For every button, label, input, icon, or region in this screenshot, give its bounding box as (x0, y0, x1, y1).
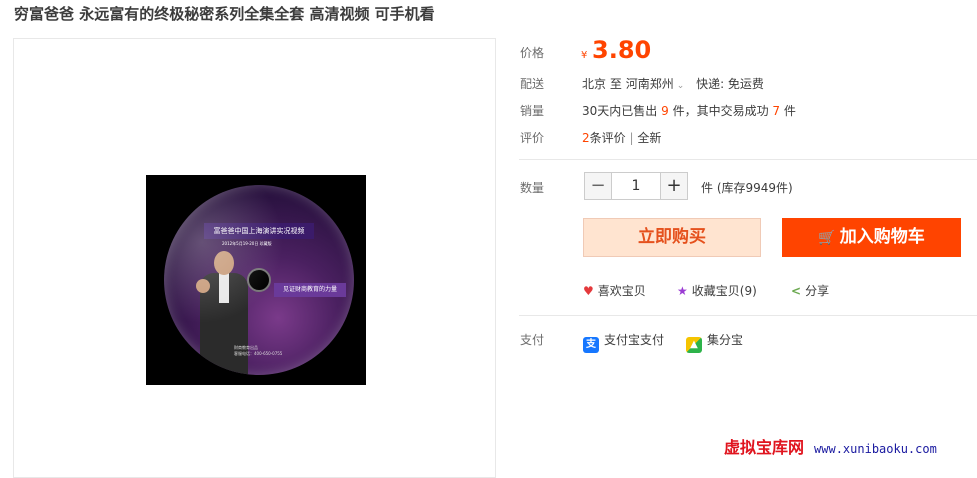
payment-label: 支付 (520, 333, 545, 347)
sales-suffix: 件 (783, 104, 796, 118)
disc-footer-line2: 客服电话：400-650-0755 (234, 351, 283, 356)
disc-footer-line1: 财商教育出品 (234, 345, 258, 350)
alipay-option: 支支付宝支付 (583, 331, 664, 353)
review-count[interactable]: 2 (582, 131, 590, 145)
share-icon: < (791, 284, 802, 298)
share-button[interactable]: < 分享 (791, 282, 829, 299)
express-fee: 快递: 免运费 (696, 77, 764, 91)
product-image[interactable]: 富爸爸中国上海演讲实况视频 2012年5月19-20日 珍藏版 见证财商教育的力… (146, 175, 366, 385)
watermark: 虚拟宝库网 www.xunibaoku.com (724, 434, 937, 458)
review-separator: | (629, 131, 634, 145)
watermark-url: www.xunibaoku.com (814, 442, 937, 456)
favorite-label: 收藏宝贝(9) (691, 284, 757, 298)
disc-banner: 富爸爸中国上海演讲实况视频 (204, 223, 314, 239)
stock-info: 件 (库存9949件) (701, 181, 793, 195)
alipay-icon: 支 (583, 337, 599, 353)
review-text[interactable]: 条评价 (590, 131, 626, 145)
currency-symbol: ¥ (581, 50, 588, 61)
sales-info: 30天内已售出 9 件，其中交易成功 7 件 (582, 102, 796, 119)
price-label: 价格 (520, 46, 545, 60)
shipping-label: 配送 (520, 77, 545, 91)
disc-hole (247, 268, 271, 292)
quantity-plus-button[interactable]: + (660, 172, 688, 200)
add-to-cart-label: 加入购物车 (839, 227, 925, 247)
product-title: 穷富爸爸 永远富有的终极秘密系列全集全套 高清视频 可手机看 (14, 5, 435, 23)
review-link[interactable]: 2条评价 (582, 131, 626, 145)
review-condition: 全新 (637, 131, 662, 145)
jifenbao-label: 集分宝 (707, 333, 744, 347)
jifenbao-option: ▲ 集分宝 (686, 331, 743, 353)
star-icon: ★ (677, 284, 688, 298)
buy-now-button[interactable]: 立即购买 (583, 218, 761, 257)
quantity-minus-button[interactable]: − (584, 172, 612, 200)
price-value: 3.80 (592, 36, 652, 64)
sales-prefix: 30天内已售出 (582, 104, 658, 118)
shipping-info: 北京 至 河南郑州 ⌄ 快递: 免运费 (582, 75, 764, 92)
ship-to-word: 至 (609, 77, 622, 91)
heart-icon: ♥ (583, 284, 594, 298)
alipay-label: 支付宝支付 (604, 333, 665, 347)
watermark-text: 虚拟宝库网 (724, 438, 805, 457)
cart-icon: 🛒 (818, 230, 836, 246)
sales-label: 销量 (520, 104, 545, 118)
quantity-stepper[interactable]: − 1 + (584, 172, 688, 200)
quantity-input[interactable]: 1 (612, 172, 660, 200)
review-label: 评价 (520, 131, 545, 145)
divider (519, 315, 977, 316)
sales-success: 7 (772, 104, 781, 118)
like-button[interactable]: ♥ 喜欢宝贝 (583, 282, 646, 299)
divider (519, 159, 977, 160)
share-label: 分享 (805, 284, 830, 298)
add-to-cart-button[interactable]: 🛒 加入购物车 (782, 218, 961, 257)
speaker-figure (192, 245, 256, 375)
ship-to[interactable]: 河南郑州 (626, 77, 674, 91)
like-label: 喜欢宝贝 (597, 284, 646, 298)
chevron-down-icon[interactable]: ⌄ (677, 81, 685, 91)
quantity-label: 数量 (520, 181, 545, 195)
disc-footer: 财商教育出品 客服电话：400-650-0755 (234, 345, 282, 357)
sales-count: 9 (661, 104, 669, 118)
ship-to-selector[interactable]: 河南郑州 ⌄ (626, 77, 685, 91)
dvd-disc: 富爸爸中国上海演讲实况视频 2012年5月19-20日 珍藏版 见证财商教育的力… (164, 185, 354, 375)
favorite-button[interactable]: ★ 收藏宝贝(9) (677, 282, 757, 299)
product-gallery[interactable]: 富爸爸中国上海演讲实况视频 2012年5月19-20日 珍藏版 见证财商教育的力… (13, 38, 496, 478)
jifenbao-icon: ▲ (686, 337, 702, 353)
review-info: 2条评价 | 全新 (582, 129, 661, 146)
disc-subtitle: 2012年5月19-20日 珍藏版 (222, 241, 272, 246)
sales-mid: 件，其中交易成功 (672, 104, 769, 118)
disc-tagline: 见证财商教育的力量 (274, 283, 346, 297)
ship-from: 北京 (582, 77, 607, 91)
